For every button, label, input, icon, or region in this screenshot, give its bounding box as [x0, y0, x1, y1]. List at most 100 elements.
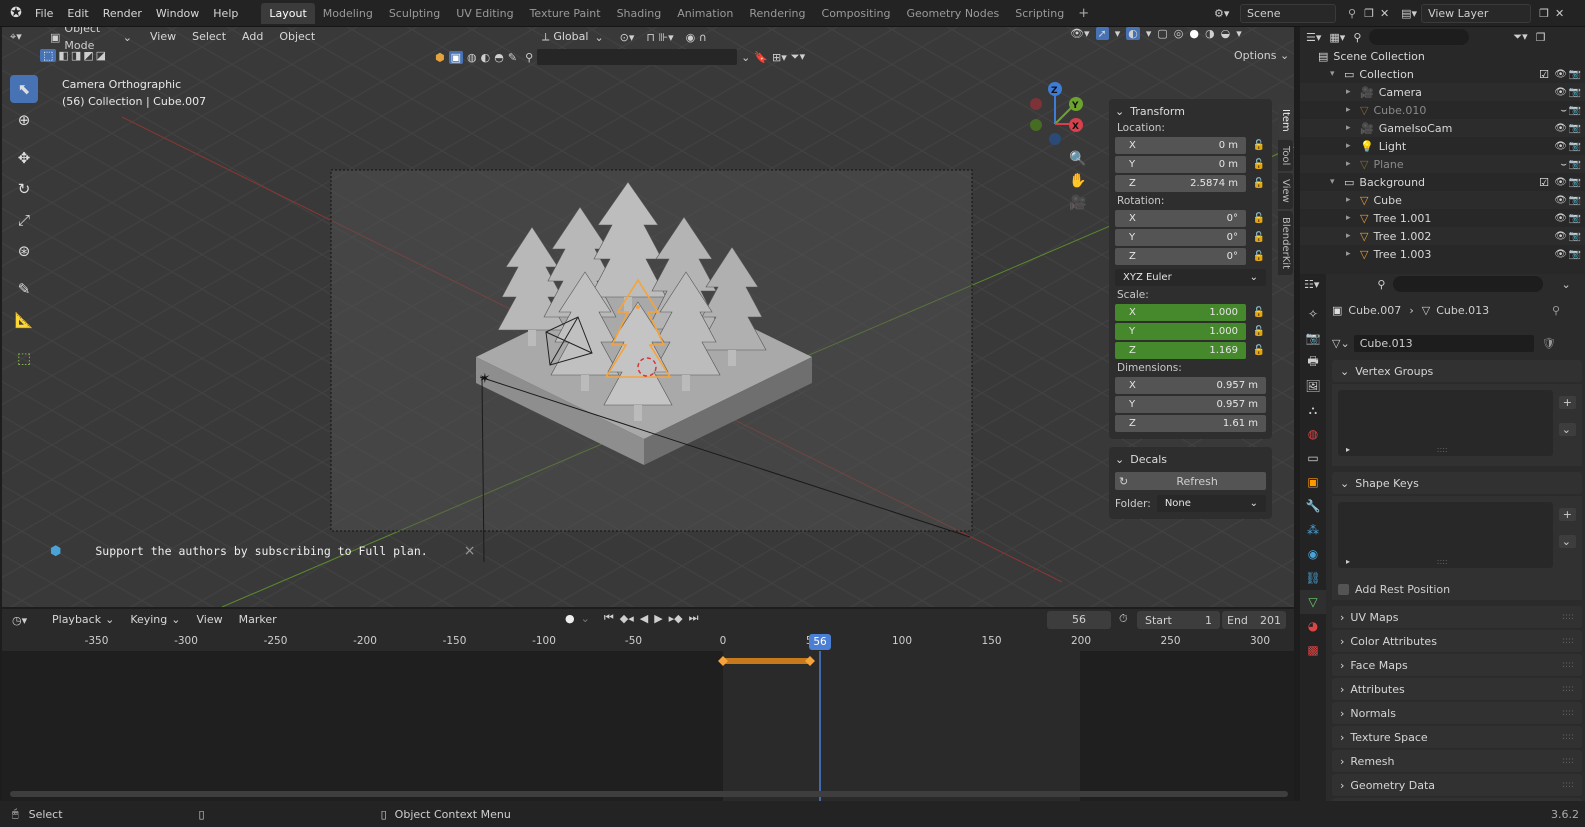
panel-normals[interactable]: › Normals::::: [1332, 702, 1582, 724]
timeline-menu-keying[interactable]: Keying ⌄: [122, 610, 188, 630]
pan-hand-icon[interactable]: ✋: [1069, 173, 1086, 189]
camera-render-icon[interactable]: 📷: [1569, 177, 1581, 188]
tab-compositing[interactable]: Compositing: [814, 3, 899, 24]
annotate-tool-icon[interactable]: ✎: [10, 275, 38, 303]
outliner-row[interactable]: ▾ ▭ Background ☑ 👁 📷: [1300, 173, 1585, 191]
add-workspace-button[interactable]: +: [1072, 6, 1095, 21]
camera-render-icon[interactable]: 📷: [1569, 105, 1581, 116]
vertex-groups-panel[interactable]: ⌄ Vertex Groups: [1332, 360, 1582, 382]
transform-header[interactable]: ⌄ Transform: [1115, 102, 1266, 120]
chevron-right-icon[interactable]: ▸: [1346, 141, 1360, 151]
menu-window[interactable]: Window: [149, 0, 206, 27]
delete-scene-icon[interactable]: ✕: [1380, 7, 1389, 20]
sidebar-tab-view[interactable]: View: [1278, 173, 1293, 209]
resize-grip-icon[interactable]: ::::: [1437, 445, 1448, 454]
chevron-right-icon[interactable]: ▸: [1346, 195, 1360, 205]
properties-search-input[interactable]: [1393, 276, 1544, 292]
lock-icon[interactable]: 🔓: [1252, 140, 1266, 151]
jump-end-icon[interactable]: ⏭: [689, 611, 699, 625]
tab-texture-paint[interactable]: Texture Paint: [522, 3, 609, 24]
measure-tool-icon[interactable]: 📐: [10, 306, 38, 334]
shading-rendered-icon[interactable]: ◒: [1221, 27, 1231, 40]
end-frame-field[interactable]: End 201: [1222, 611, 1286, 629]
3d-viewport[interactable]: ✶ Z Y X ⌖▾ ▣ Object Mode ⌄ View Select A…: [2, 27, 1294, 607]
camera-render-icon[interactable]: 📷: [1569, 249, 1581, 260]
camera-view-icon[interactable]: 🎥: [1069, 195, 1086, 211]
view-layer-icon[interactable]: ▤▾: [1401, 7, 1417, 20]
chevron-down-icon[interactable]: ▾: [1330, 177, 1344, 187]
sidebar-tab-tool[interactable]: Tool: [1278, 139, 1293, 172]
tab-scripting[interactable]: Scripting: [1007, 3, 1072, 24]
eye-icon[interactable]: 👁: [1554, 213, 1567, 224]
lock-icon[interactable]: 🔓: [1252, 251, 1266, 262]
prev-keyframe-icon[interactable]: ◆◂: [620, 612, 634, 625]
mesh-data-tab-icon[interactable]: ▽: [1300, 590, 1326, 614]
tab-animation[interactable]: Animation: [669, 3, 741, 24]
view-layer-selector[interactable]: View Layer: [1421, 4, 1532, 23]
scene-selector[interactable]: Scene: [1240, 4, 1336, 23]
new-scene-icon[interactable]: ❐: [1364, 7, 1374, 20]
pivot-icon[interactable]: ⊙▾: [620, 31, 635, 44]
chevron-right-icon[interactable]: ▸: [1346, 123, 1360, 133]
lock-icon[interactable]: 🔓: [1252, 326, 1266, 337]
constraints-tab-icon[interactable]: ⛓: [1300, 566, 1326, 590]
select-box-new-icon[interactable]: ⬚: [40, 49, 57, 62]
exclude-checkbox-icon[interactable]: ☑: [1539, 68, 1549, 81]
output-tab-icon[interactable]: 🖶: [1300, 350, 1326, 374]
scene-tab-icon[interactable]: ⛬: [1300, 398, 1326, 422]
tab-shading[interactable]: Shading: [609, 3, 670, 24]
viewport-menu-object[interactable]: Object: [271, 27, 323, 47]
outliner-row[interactable]: ▸ ▽ Cube.010 ⌣ 📷: [1300, 101, 1585, 119]
pin-icon[interactable]: ⚲: [1552, 304, 1560, 317]
expand-icon[interactable]: ▸: [1346, 557, 1350, 566]
shape-key-menu-button[interactable]: ⌄: [1558, 535, 1576, 548]
blenderkit-logo-icon[interactable]: ⬢: [435, 51, 445, 64]
visibility-icon[interactable]: 👁▾: [1070, 27, 1090, 40]
stopwatch-icon[interactable]: ⏱: [1119, 612, 1128, 626]
add-vertex-group-button[interactable]: +: [1558, 396, 1576, 409]
editor-type-icon[interactable]: ⌖▾: [10, 30, 36, 44]
snap-icon[interactable]: ⊓ ⊪▾: [646, 31, 673, 44]
panel-uv-maps[interactable]: › UV Maps::::: [1332, 606, 1582, 628]
editor-type-icon[interactable]: ☰▾: [1306, 31, 1321, 44]
outliner-row[interactable]: ▸ 💡 Light 👁 📷: [1300, 137, 1585, 155]
menu-render[interactable]: Render: [96, 0, 149, 27]
timeline-scrollbar[interactable]: [10, 791, 1288, 797]
eye-icon[interactable]: 👁: [1554, 195, 1567, 206]
exclude-checkbox-icon[interactable]: ☑: [1539, 176, 1549, 189]
shading-wireframe-icon[interactable]: ◎: [1174, 27, 1184, 40]
chevron-right-icon[interactable]: ▸: [1346, 87, 1360, 97]
drag-handle-icon[interactable]: ::::: [1562, 732, 1574, 742]
collection-tab-icon[interactable]: ▭: [1300, 446, 1326, 470]
eye-icon[interactable]: 👁: [1554, 141, 1567, 152]
particles-tab-icon[interactable]: ⁂: [1300, 518, 1326, 542]
hidden-icon[interactable]: ⌣: [1560, 105, 1567, 116]
current-frame-field[interactable]: 56: [1047, 611, 1111, 629]
physics-tab-icon[interactable]: ◉: [1300, 542, 1326, 566]
select-box-extend-icon[interactable]: ◧: [58, 49, 68, 62]
location-x-field[interactable]: X 0 m: [1115, 137, 1246, 154]
lock-icon[interactable]: 🔓: [1252, 345, 1266, 356]
camera-render-icon[interactable]: 📷: [1569, 213, 1581, 224]
filter-icon[interactable]: ⏷▾: [791, 50, 805, 64]
fake-user-icon[interactable]: 🛡: [1542, 337, 1556, 350]
outliner-row[interactable]: ▸ ▽ Plane ⌣ 📷: [1300, 155, 1585, 173]
asset-brush-icon[interactable]: ✎: [508, 51, 517, 64]
select-box-subtract-icon[interactable]: ◨: [71, 49, 81, 62]
tab-layout[interactable]: Layout: [261, 2, 315, 24]
camera-render-icon[interactable]: 📷: [1569, 159, 1581, 170]
proportional-edit-icon[interactable]: ◉ ∩: [686, 31, 707, 44]
filter-icon[interactable]: ⏷▾: [1513, 30, 1527, 44]
delete-view-layer-icon[interactable]: ✕: [1555, 7, 1564, 20]
bookmark-icon[interactable]: 🔖: [754, 51, 768, 64]
rotation-x-field[interactable]: X 0°: [1115, 210, 1246, 227]
display-mode-icon[interactable]: ▦▾: [1329, 31, 1345, 44]
eye-icon[interactable]: 👁: [1554, 249, 1567, 260]
drag-handle-icon[interactable]: ::::: [1562, 612, 1574, 622]
panel-remesh[interactable]: › Remesh::::: [1332, 750, 1582, 772]
refresh-button[interactable]: ↻ Refresh: [1115, 472, 1266, 490]
editor-type-icon[interactable]: ◷▾: [12, 614, 38, 627]
vertex-group-menu-button[interactable]: ⌄: [1558, 423, 1576, 436]
move-tool-icon[interactable]: ✥: [10, 144, 38, 172]
shape-keys-panel[interactable]: ⌄ Shape Keys: [1332, 472, 1582, 494]
